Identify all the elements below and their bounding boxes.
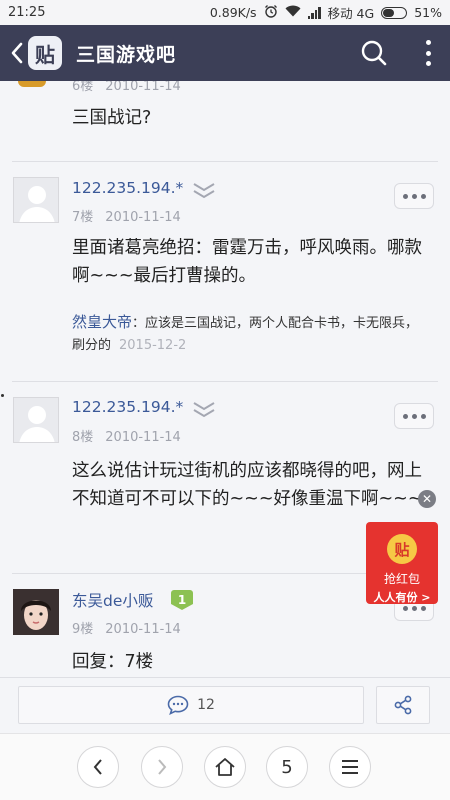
home-icon [215, 758, 235, 776]
chevron-right-icon [158, 759, 167, 775]
red-packet-subtitle: 人人有份 > [373, 591, 431, 604]
avatar[interactable] [13, 177, 59, 223]
red-packet-banner[interactable]: 贴 抢红包 人人有份 > [366, 522, 438, 604]
reply-date: 2015-12-2 [119, 338, 187, 353]
battery-indicator [381, 6, 408, 19]
top-navigation-bar: 贴 三国游戏吧 [0, 25, 450, 81]
status-time: 21:25 [8, 5, 46, 20]
signal-icon [307, 6, 321, 19]
post-text: 里面诸葛亮绝招：雷霆万击，呼风唤雨。哪款啊~~~最后打曹操的。 [72, 238, 422, 286]
tab-count: 5 [281, 756, 293, 778]
page-title: 三国游戏吧 [76, 43, 177, 66]
post-meta: 6楼 2010-11-14 [72, 81, 181, 94]
browser-home-button[interactable] [204, 746, 246, 788]
post-floor-7: 122.235.194.* 7楼 2010-11-14 里面诸葛亮绝招：雷霆万击，… [0, 161, 450, 381]
browser-navigation-bar: 5 [0, 733, 450, 800]
post-text: 回复：7楼 [72, 652, 154, 672]
chevron-down-icon[interactable] [192, 400, 216, 420]
avatar[interactable] [18, 81, 46, 87]
battery-percent: 51% [414, 5, 442, 20]
browser-menu-button[interactable] [329, 746, 371, 788]
chevron-left-icon [11, 42, 23, 64]
share-icon [394, 695, 412, 715]
chevron-left-icon [93, 759, 102, 775]
post-text: 这么说估计玩过街机的应该都晓得的吧，网上不知道可不可以下的~~~好像重温下啊~~… [72, 461, 423, 509]
browser-tabs-button[interactable]: 5 [266, 746, 308, 788]
status-bar: 21:25 0.89K/s 移动 4G 51% [0, 0, 450, 25]
alarm-icon [264, 4, 278, 21]
close-icon[interactable]: ✕ [418, 490, 436, 508]
back-button[interactable] [6, 25, 28, 81]
wifi-icon [285, 5, 301, 20]
browser-forward-button[interactable] [141, 746, 183, 788]
tieba-logo[interactable]: 贴 [28, 36, 62, 70]
avatar[interactable] [13, 589, 59, 635]
chevron-down-icon[interactable] [192, 181, 216, 201]
reply-username[interactable]: 然皇大帝 [72, 313, 132, 331]
username[interactable]: 122.235.194.* [72, 398, 183, 416]
post-floor-6: 6楼 2010-11-14 三国战记? [0, 81, 450, 161]
browser-back-button[interactable] [77, 746, 119, 788]
username[interactable]: 东吴de小贩 [72, 589, 153, 611]
carrier: 移动 4G [327, 6, 375, 21]
red-packet-title: 抢红包 [383, 572, 420, 586]
comment-bubble-icon [167, 695, 189, 715]
comment-bar: 12 [0, 677, 450, 733]
scroll-marker [1, 394, 4, 397]
menu-icon [342, 760, 358, 774]
post-more-button[interactable] [394, 183, 434, 209]
more-menu-icon[interactable] [420, 37, 436, 69]
comment-count: 12 [197, 697, 215, 713]
search-icon[interactable] [360, 39, 388, 67]
post-more-button[interactable] [394, 403, 434, 429]
username[interactable]: 122.235.194.* [72, 179, 183, 197]
share-button[interactable] [376, 686, 430, 724]
post-text: 三国战记? [72, 108, 152, 128]
level-badge: 1 [171, 590, 193, 610]
floor-reply: 然皇大帝：应该是三国战记，两个人配合卡书，卡无限兵，刷分的 2015-12-2 [72, 313, 419, 353]
red-packet-coin-icon: 贴 [387, 534, 417, 564]
post-meta: 9楼 2010-11-14 [72, 622, 181, 637]
network-speed: 0.89K/s [209, 5, 257, 20]
avatar[interactable] [13, 397, 59, 443]
comment-button[interactable]: 12 [18, 686, 364, 724]
post-meta: 8楼 2010-11-14 [72, 430, 181, 445]
post-meta: 7楼 2010-11-14 [72, 210, 181, 225]
